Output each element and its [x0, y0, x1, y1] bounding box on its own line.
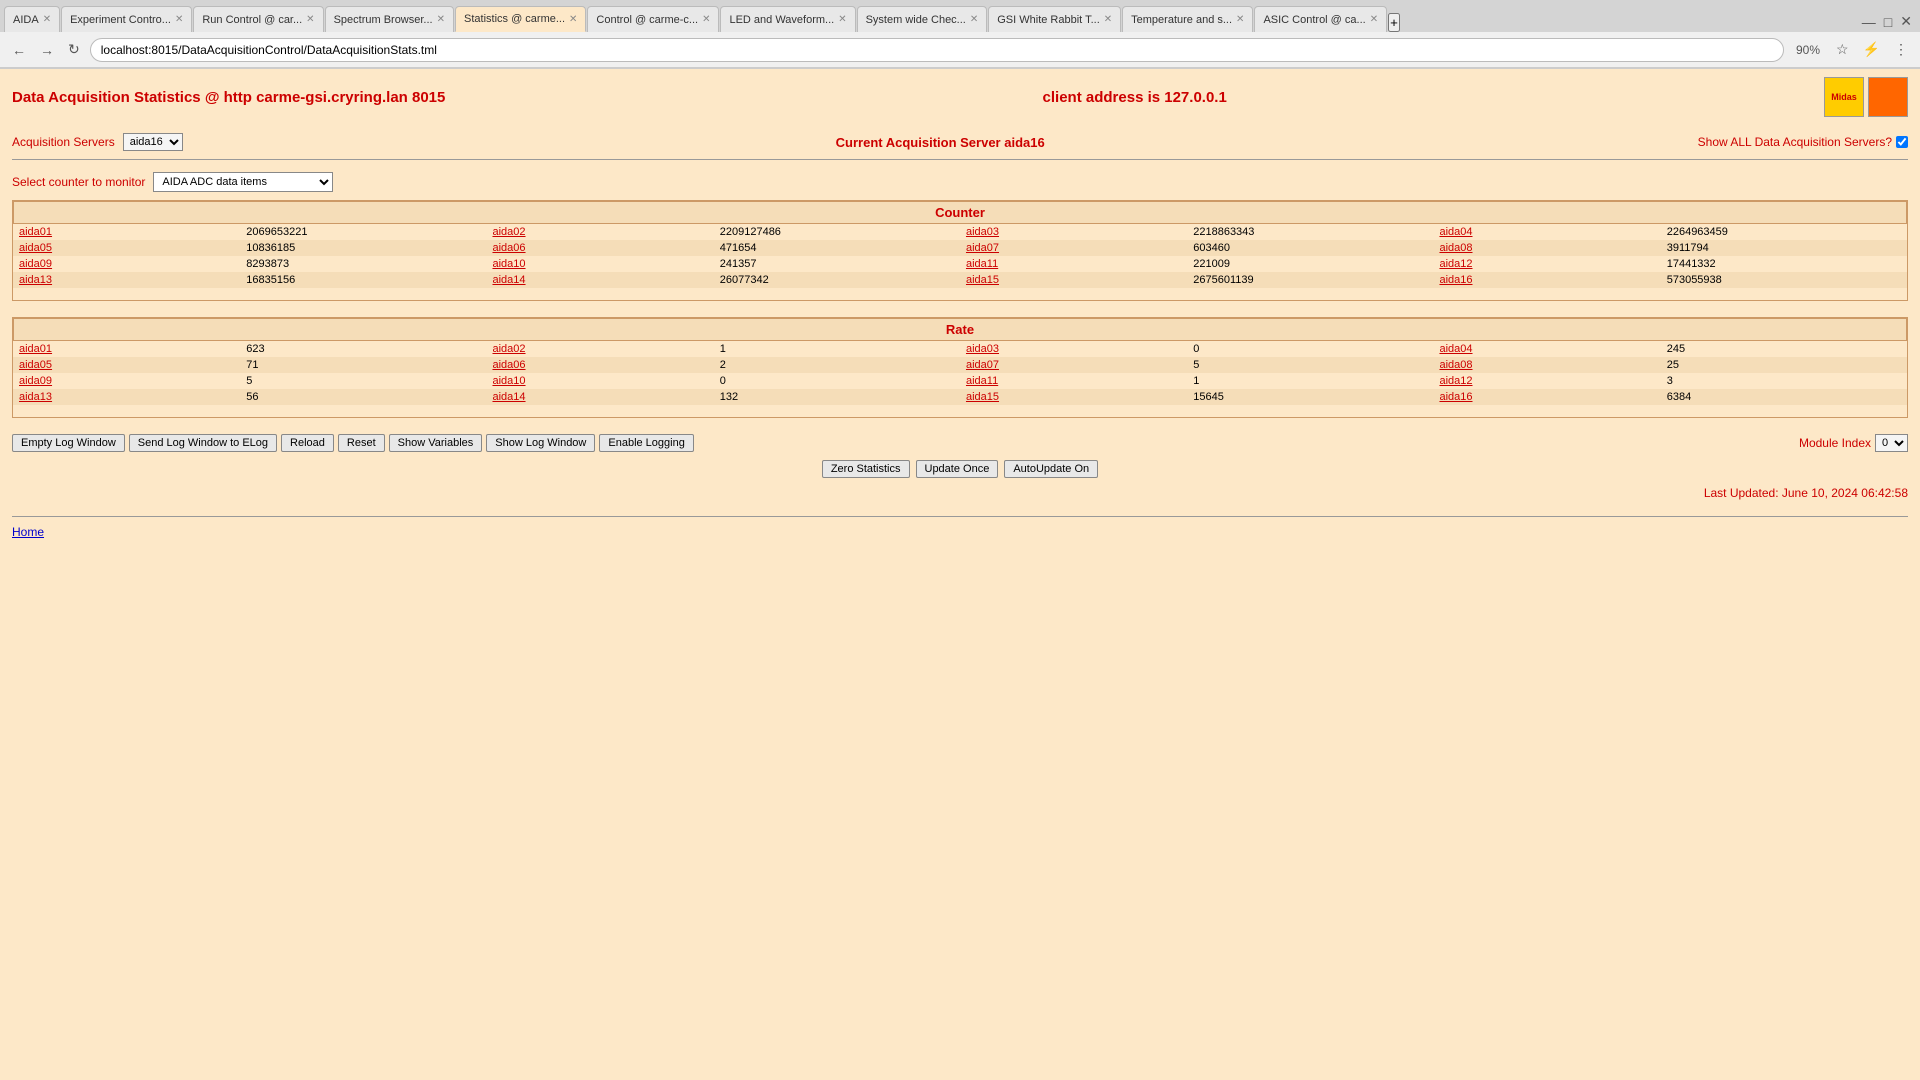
module-index-label: Module Index: [1799, 436, 1871, 450]
rate-section: Rate aida01 623 aida02 1 aida03 0 aida04…: [12, 317, 1908, 418]
server-select[interactable]: aida16: [123, 133, 183, 151]
tab-close-aida[interactable]: ✕: [43, 14, 51, 25]
extensions-button[interactable]: ⚡: [1859, 39, 1884, 60]
last-updated: Last Updated: June 10, 2024 06:42:58: [12, 486, 1908, 500]
tab-spectrum-browser[interactable]: Spectrum Browser... ✕: [325, 6, 454, 32]
counter-table-row: aida05 10836185 aida06 471654 aida07 603…: [13, 240, 1907, 256]
tab-statistics[interactable]: Statistics @ carme... ✕: [455, 6, 586, 32]
tab-close-statistics[interactable]: ✕: [569, 14, 577, 25]
browser-chrome: AIDA ✕ Experiment Contro... ✕ Run Contro…: [0, 0, 1920, 69]
rate-table-row: aida01 623 aida02 1 aida03 0 aida04 245: [13, 341, 1907, 357]
show-log-window-button[interactable]: Show Log Window: [486, 434, 595, 452]
client-address: client address is 127.0.0.1: [1043, 89, 1227, 106]
bookmark-button[interactable]: ☆: [1832, 39, 1853, 60]
counter-select-row: Select counter to monitor AIDA ADC data …: [12, 172, 1908, 192]
tab-temperature[interactable]: Temperature and s... ✕: [1122, 6, 1253, 32]
page-content: Data Acquisition Statistics @ http carme…: [0, 69, 1920, 969]
tab-asic-control[interactable]: ASIC Control @ ca... ✕: [1254, 6, 1387, 32]
counter-dropdown[interactable]: AIDA ADC data items: [153, 172, 333, 192]
autoupdate-on-button[interactable]: AutoUpdate On: [1004, 460, 1098, 478]
buttons-row: Empty Log Window Send Log Window to ELog…: [12, 434, 1908, 452]
show-variables-button[interactable]: Show Variables: [389, 434, 483, 452]
secondary-logo: [1868, 77, 1908, 117]
module-index-select[interactable]: 0: [1875, 434, 1908, 452]
tab-bar: AIDA ✕ Experiment Contro... ✕ Run Contro…: [0, 0, 1920, 32]
tab-close-spectrum[interactable]: ✕: [437, 14, 445, 25]
tab-run-control[interactable]: Run Control @ car... ✕: [193, 6, 323, 32]
tab-close-temperature[interactable]: ✕: [1236, 14, 1244, 25]
maximize-button[interactable]: □: [1880, 12, 1896, 32]
page-title: Data Acquisition Statistics @ http carme…: [12, 89, 445, 106]
zero-statistics-button[interactable]: Zero Statistics: [822, 460, 910, 478]
tab-control[interactable]: Control @ carme-c... ✕: [587, 6, 719, 32]
tab-close-asic[interactable]: ✕: [1370, 14, 1378, 25]
empty-log-window-button[interactable]: Empty Log Window: [12, 434, 125, 452]
tab-close-led[interactable]: ✕: [838, 14, 846, 25]
counter-section: Counter aida01 2069653221 aida02 2209127…: [12, 200, 1908, 301]
footer-divider: [12, 516, 1908, 517]
counter-table-row: aida01 2069653221 aida02 2209127486 aida…: [13, 224, 1907, 240]
counter-select-label: Select counter to monitor: [12, 175, 145, 189]
show-all-checkbox[interactable]: [1896, 136, 1908, 148]
logo-area: Midas: [1824, 77, 1908, 117]
send-log-button[interactable]: Send Log Window to ELog: [129, 434, 277, 452]
show-all-servers-group: Show ALL Data Acquisition Servers?: [1698, 135, 1908, 149]
rate-section-header: Rate: [13, 318, 1907, 341]
tab-close-control[interactable]: ✕: [702, 14, 710, 25]
zoom-indicator: 90%: [1790, 43, 1826, 57]
enable-logging-button[interactable]: Enable Logging: [599, 434, 693, 452]
midas-logo: Midas: [1824, 77, 1864, 117]
address-bar-row: ← → ↻ 90% ☆ ⚡ ⋮: [0, 32, 1920, 68]
tab-close-experiment[interactable]: ✕: [175, 14, 183, 25]
action-row: Zero Statistics Update Once AutoUpdate O…: [12, 460, 1908, 478]
counter-section-header: Counter: [13, 201, 1907, 224]
home-link[interactable]: Home: [12, 525, 1908, 539]
tab-system-check[interactable]: System wide Chec... ✕: [857, 6, 988, 32]
acquisition-servers-group: Acquisition Servers aida16: [12, 133, 183, 151]
counter-table: aida01 2069653221 aida02 2209127486 aida…: [13, 224, 1907, 288]
minimize-button[interactable]: —: [1858, 12, 1880, 32]
rate-table-row: aida13 56 aida14 132 aida15 15645 aida16…: [13, 389, 1907, 405]
page-header: Data Acquisition Statistics @ http carme…: [12, 77, 1908, 117]
reload-browser-button[interactable]: ↻: [64, 39, 84, 60]
new-tab-button[interactable]: +: [1388, 13, 1400, 32]
current-server-label: Current Acquisition Server aida16: [836, 135, 1045, 150]
counter-table-row: aida13 16835156 aida14 26077342 aida15 2…: [13, 272, 1907, 288]
tab-close-run-control[interactable]: ✕: [306, 14, 314, 25]
back-button[interactable]: ←: [8, 40, 30, 60]
close-window-button[interactable]: ✕: [1896, 11, 1916, 32]
menu-button[interactable]: ⋮: [1890, 39, 1912, 60]
tab-close-gsi[interactable]: ✕: [1104, 14, 1112, 25]
tab-experiment[interactable]: Experiment Contro... ✕: [61, 6, 192, 32]
tab-close-system[interactable]: ✕: [970, 14, 978, 25]
counter-table-row: aida09 8293873 aida10 241357 aida11 2210…: [13, 256, 1907, 272]
forward-button[interactable]: →: [36, 40, 58, 60]
address-input[interactable]: [90, 38, 1784, 62]
server-row: Acquisition Servers aida16 Current Acqui…: [12, 133, 1908, 160]
tab-aida[interactable]: AIDA ✕: [4, 6, 60, 32]
show-all-label: Show ALL Data Acquisition Servers?: [1698, 135, 1892, 149]
rate-table: aida01 623 aida02 1 aida03 0 aida04 245 …: [13, 341, 1907, 405]
reload-button[interactable]: Reload: [281, 434, 334, 452]
acquisition-servers-label: Acquisition Servers: [12, 135, 115, 149]
tab-led-waveform[interactable]: LED and Waveform... ✕: [720, 6, 855, 32]
rate-table-row: aida05 71 aida06 2 aida07 5 aida08 25: [13, 357, 1907, 373]
rate-table-row: aida09 5 aida10 0 aida11 1 aida12 3: [13, 373, 1907, 389]
reset-button[interactable]: Reset: [338, 434, 385, 452]
tab-gsi-white-rabbit[interactable]: GSI White Rabbit T... ✕: [988, 6, 1121, 32]
update-once-button[interactable]: Update Once: [916, 460, 999, 478]
